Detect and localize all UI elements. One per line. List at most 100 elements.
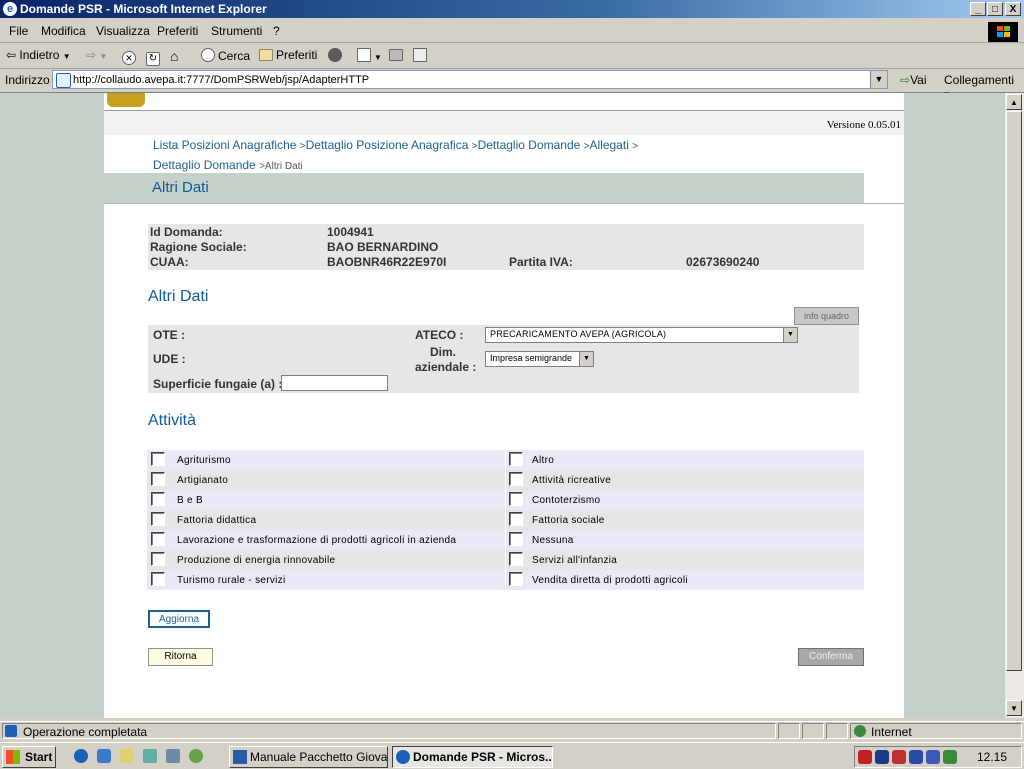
conferma-button[interactable]: Conferma <box>798 648 864 666</box>
dim-label-1: Dim. <box>430 345 457 359</box>
checkbox-fattoria-sociale[interactable] <box>509 512 523 526</box>
checkbox-servizi-infanzia[interactable] <box>509 552 523 566</box>
menu-strumenti[interactable]: Strumenti <box>211 24 262 38</box>
ateco-select[interactable]: PRECARICAMENTO AVEPA (AGRICOLA) ▼ <box>485 327 798 343</box>
scroll-down-icon[interactable]: ▼ <box>1006 700 1022 716</box>
menu-modifica[interactable]: Modifica <box>41 24 86 38</box>
activity-label: B e B <box>177 495 203 506</box>
mail-button[interactable]: ▼ <box>357 48 382 63</box>
edit-icon <box>413 48 427 62</box>
tray-v-icon[interactable] <box>943 750 957 764</box>
menu-visualizza[interactable]: Visualizza <box>96 24 150 38</box>
home-button[interactable]: ⌂ <box>170 48 178 64</box>
crumb-dettaglio-domande[interactable]: Dettaglio Domande <box>478 138 581 152</box>
maximize-button[interactable]: □ <box>987 2 1003 16</box>
dim-aziendale-select[interactable]: Impresa semigrande ▼ <box>485 351 594 367</box>
forward-arrow-icon: ⇨ <box>86 48 97 62</box>
summary-box: Id Domanda: 1004941 Ragione Sociale: BAO… <box>148 224 864 270</box>
quicklaunch-media-icon[interactable] <box>189 749 203 763</box>
crumb-lista[interactable]: Lista Posizioni Anagrafiche <box>153 138 296 152</box>
back-dropdown-icon[interactable]: ▼ <box>63 52 71 61</box>
stop-button[interactable]: ✕ <box>122 48 139 65</box>
activity-label: Agriturismo <box>177 455 231 466</box>
start-button[interactable]: Start <box>2 746 56 768</box>
back-button[interactable]: ⇦ Indietro ▼ <box>6 48 71 62</box>
task-domande-psr[interactable]: Domande PSR - Micros... <box>392 746 553 768</box>
checkbox-artigianato[interactable] <box>151 472 165 486</box>
forward-button[interactable]: ⇨ ▼ <box>86 48 107 62</box>
checkbox-nessuna[interactable] <box>509 532 523 546</box>
checkbox-lavorazione[interactable] <box>151 532 165 546</box>
checkbox-contoterzismo[interactable] <box>509 492 523 506</box>
quicklaunch-ie-icon[interactable] <box>74 749 88 763</box>
tray-acrobat-icon[interactable] <box>892 750 906 764</box>
superficie-input[interactable] <box>281 375 388 391</box>
ateco-label: ATECO : <box>415 328 464 342</box>
dim-value: Impresa semigrande <box>490 353 573 363</box>
activity-label: Fattoria didattica <box>177 515 257 526</box>
refresh-button[interactable]: ↻ <box>146 48 163 66</box>
aggiorna-button[interactable]: Aggiorna <box>148 610 210 628</box>
ude-label: UDE : <box>153 352 186 366</box>
status-cell <box>802 723 824 739</box>
quicklaunch-app-icon[interactable] <box>166 749 180 763</box>
crumb-dettaglio-posizione[interactable]: Dettaglio Posizione Anagrafica <box>306 138 469 152</box>
ie-page-icon <box>396 750 410 764</box>
ie-logo-icon: e <box>3 2 17 16</box>
quicklaunch-explorer-icon[interactable] <box>143 749 157 763</box>
minimize-button[interactable]: _ <box>970 2 986 16</box>
system-tray: 12.15 <box>854 746 1022 768</box>
address-url: http://collaudo.avepa.it:7777/DomPSRWeb/… <box>73 74 370 86</box>
chevron-down-icon: ▼ <box>783 328 797 342</box>
tray-it-icon[interactable] <box>909 750 923 764</box>
search-icon <box>201 48 215 62</box>
print-button[interactable] <box>389 48 406 62</box>
checkbox-vendita-diretta[interactable] <box>509 572 523 586</box>
tray-network-icon[interactable] <box>875 750 889 764</box>
checkbox-energia-rinnovabile[interactable] <box>151 552 165 566</box>
section-title-attivita: Attività <box>148 412 197 429</box>
cuaa-value: BAOBNR46R22E970I <box>327 255 447 269</box>
ragione-label: Ragione Sociale: <box>150 240 247 254</box>
zone-cell: Internet <box>850 723 1022 739</box>
tray-antivirus-icon[interactable] <box>858 750 872 764</box>
ragione-value: BAO BERNARDINO <box>327 240 439 254</box>
address-input[interactable]: http://collaudo.avepa.it:7777/DomPSRWeb/… <box>52 70 888 89</box>
favorites-button[interactable]: Preferiti <box>259 48 317 62</box>
address-dropdown-icon[interactable]: ▼ <box>870 71 887 88</box>
crumb-allegati[interactable]: Allegati <box>590 138 629 152</box>
word-doc-icon <box>233 750 247 764</box>
checkbox-fattoria-didattica[interactable] <box>151 512 165 526</box>
media-icon <box>328 48 342 62</box>
scroll-up-icon[interactable]: ▲ <box>1006 94 1022 110</box>
media-button[interactable] <box>328 48 345 63</box>
crumb-dettaglio-domande-2[interactable]: Dettaglio Domande <box>153 158 256 172</box>
task-manuale[interactable]: Manuale Pacchetto Giova... <box>229 746 388 768</box>
scroll-thumb[interactable] <box>1006 111 1022 671</box>
section-title-altri-dati: Altri Dati <box>148 288 209 305</box>
chevron-down-icon: ▼ <box>579 352 593 366</box>
vertical-scrollbar[interactable]: ▲ ▼ <box>1005 93 1024 718</box>
search-button[interactable]: Cerca <box>201 48 250 63</box>
checkbox-agriturismo[interactable] <box>151 452 165 466</box>
close-button[interactable]: X <box>1005 2 1021 16</box>
menu-help[interactable]: ? <box>273 24 280 38</box>
quicklaunch-desktop-icon[interactable] <box>120 749 134 763</box>
divider <box>505 450 506 590</box>
page-title: Altri Dati <box>152 179 209 196</box>
go-button[interactable]: ⇨Vai <box>900 73 927 87</box>
checkbox-attivita-ricreative[interactable] <box>509 472 523 486</box>
tray-audio-icon[interactable] <box>926 750 940 764</box>
piva-value: 02673690240 <box>686 255 760 269</box>
checkbox-b-e-b[interactable] <box>151 492 165 506</box>
checkbox-altro[interactable] <box>509 452 523 466</box>
menu-preferiti[interactable]: Preferiti <box>157 24 198 38</box>
ritorna-button[interactable]: Ritorna <box>148 648 213 666</box>
menu-file[interactable]: File <box>9 24 28 38</box>
edit-button[interactable] <box>413 48 430 63</box>
info-quadro-button[interactable]: info quadro <box>794 307 859 325</box>
id-label: Id Domanda: <box>150 225 223 239</box>
quicklaunch-outlook-icon[interactable] <box>97 749 111 763</box>
checkbox-turismo-rurale[interactable] <box>151 572 165 586</box>
taskbar: Start Manuale Pacchetto Giova... Domande… <box>0 742 1024 769</box>
